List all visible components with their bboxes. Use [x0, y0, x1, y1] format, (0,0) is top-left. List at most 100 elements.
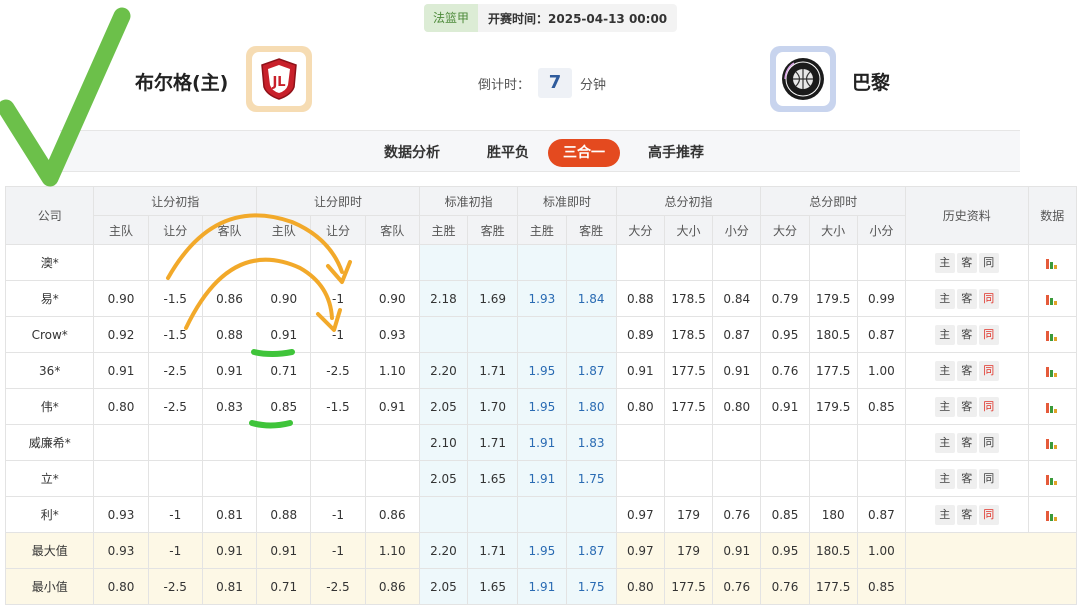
- history-cell: 主客同: [905, 352, 1029, 389]
- odds-cell: 0.71: [256, 352, 312, 389]
- odds-cell: [201, 460, 258, 497]
- odds-table: 公司 让分初指 让分即时 标准初指 标准即时 总分初指 总分即时 历史资料 数据…: [4, 186, 1078, 605]
- history-cell: 主客同: [905, 244, 1029, 281]
- odds-cell: [256, 244, 312, 281]
- odds-cell: [93, 460, 149, 497]
- history-cell: 主客同: [905, 316, 1029, 353]
- odds-cell: 1.83: [565, 424, 617, 461]
- bar-chart-icon[interactable]: [1045, 473, 1059, 485]
- table-row: 利* 0.93 -1 0.81 0.88 -1 0.86 0.97 179 0.76 0.85 180…: [4, 496, 1078, 533]
- history-same-button[interactable]: 同: [978, 432, 999, 453]
- history-away-button[interactable]: 客: [956, 504, 977, 525]
- home-team-logo[interactable]: JL: [246, 46, 312, 112]
- summary-cell: 177.5: [808, 568, 858, 605]
- history-away-button[interactable]: 客: [956, 252, 977, 273]
- odds-cell: 1.93: [517, 280, 567, 317]
- odds-cell: 0.99: [856, 280, 907, 317]
- odds-cell: [310, 460, 366, 497]
- odds-cell: [856, 460, 907, 497]
- history-away-button[interactable]: 客: [956, 432, 977, 453]
- odds-cell: -1: [310, 316, 366, 353]
- bar-chart-icon[interactable]: [1045, 401, 1059, 413]
- odds-cell: [147, 460, 203, 497]
- history-away-button[interactable]: 客: [956, 288, 977, 309]
- col-data: 数据: [1027, 186, 1078, 245]
- bar-chart-icon[interactable]: [1045, 257, 1059, 269]
- odds-cell: 1.84: [565, 280, 617, 317]
- summary-row: 最小值 0.80 -2.5 0.81 0.71 -2.5 0.86 2.05 1.65 1.91 1…: [4, 568, 1077, 605]
- history-same-button[interactable]: 同: [978, 252, 999, 273]
- odds-cell: 179.5: [808, 388, 858, 425]
- history-home-button[interactable]: 主: [934, 432, 955, 453]
- odds-cell: -2.5: [147, 352, 203, 389]
- history-away-button[interactable]: 客: [956, 324, 977, 345]
- odds-cell: 0.91: [364, 388, 420, 425]
- bar-chart-icon[interactable]: [1045, 293, 1059, 305]
- history-same-button[interactable]: 同: [978, 504, 999, 525]
- bar-chart-icon[interactable]: [1045, 509, 1059, 521]
- odds-cell: [201, 244, 258, 281]
- history-away-button[interactable]: 客: [956, 360, 977, 381]
- odds-cell: 0.97: [615, 496, 665, 533]
- away-team-name[interactable]: 巴黎: [852, 68, 890, 95]
- history-same-button[interactable]: 同: [978, 288, 999, 309]
- away-team-logo[interactable]: [770, 46, 836, 112]
- summary-cell: 1.00: [856, 532, 907, 569]
- odds-cell: [467, 244, 519, 281]
- history-home-button[interactable]: 主: [934, 252, 955, 273]
- history-same-button[interactable]: 同: [978, 324, 999, 345]
- tab-three-in-one[interactable]: 三合一: [548, 139, 620, 167]
- odds-cell: -1: [310, 496, 366, 533]
- tab-expert-picks[interactable]: 高手推荐: [636, 139, 716, 167]
- tab-win-draw-lose[interactable]: 胜平负: [468, 139, 548, 167]
- group-handicap-live: 让分即时: [256, 186, 420, 216]
- odds-cell: [565, 496, 617, 533]
- odds-cell: 0.90: [256, 280, 312, 317]
- odds-cell: -1.5: [310, 388, 366, 425]
- history-home-button[interactable]: 主: [934, 360, 955, 381]
- odds-cell: [615, 424, 665, 461]
- odds-cell: 1.75: [565, 460, 617, 497]
- history-home-button[interactable]: 主: [934, 324, 955, 345]
- history-home-button[interactable]: 主: [934, 288, 955, 309]
- history-home-button[interactable]: 主: [934, 396, 955, 417]
- summary-cell: 0.91: [201, 532, 258, 569]
- odds-cell: 1.95: [517, 352, 567, 389]
- data-cell: [1027, 244, 1078, 281]
- odds-cell: 179.5: [808, 280, 858, 317]
- odds-cell: [808, 244, 858, 281]
- history-same-button[interactable]: 同: [978, 468, 999, 489]
- tab-data-analysis[interactable]: 数据分析: [372, 139, 452, 167]
- bar-chart-icon[interactable]: [1045, 329, 1059, 341]
- bar-chart-icon[interactable]: [1045, 365, 1059, 377]
- home-team-name[interactable]: 布尔格(主): [135, 68, 228, 95]
- history-same-button[interactable]: 同: [978, 360, 999, 381]
- bar-chart-icon[interactable]: [1045, 437, 1059, 449]
- odds-cell: [467, 496, 519, 533]
- match-info-bar: 法篮甲 开赛时间：2025-04-13 00:00: [424, 4, 678, 32]
- odds-cell: [663, 424, 714, 461]
- odds-cell: [712, 244, 762, 281]
- history-away-button[interactable]: 客: [956, 396, 977, 417]
- summary-cell: 1.87: [565, 532, 617, 569]
- history-home-button[interactable]: 主: [934, 504, 955, 525]
- history-away-button[interactable]: 客: [956, 468, 977, 489]
- odds-cell: 1.00: [856, 352, 907, 389]
- history-same-button[interactable]: 同: [978, 396, 999, 417]
- summary-empty: [905, 532, 1077, 569]
- odds-cell: [565, 244, 617, 281]
- odds-cell: 0.88: [615, 280, 665, 317]
- summary-cell: 2.05: [418, 568, 469, 605]
- data-cell: [1027, 388, 1078, 425]
- odds-cell: 0.91: [93, 352, 149, 389]
- odds-cell: 1.95: [517, 388, 567, 425]
- history-home-button[interactable]: 主: [934, 468, 955, 489]
- summary-cell: 0.95: [760, 532, 810, 569]
- subheader-cell: 大分: [615, 215, 665, 245]
- company-name: 易*: [4, 280, 95, 317]
- odds-cell: 177.5: [808, 352, 858, 389]
- company-name: Crow*: [4, 316, 95, 353]
- summary-cell: -1: [310, 532, 366, 569]
- summary-cell: 180.5: [808, 532, 858, 569]
- team-crest-icon: JL: [261, 58, 297, 100]
